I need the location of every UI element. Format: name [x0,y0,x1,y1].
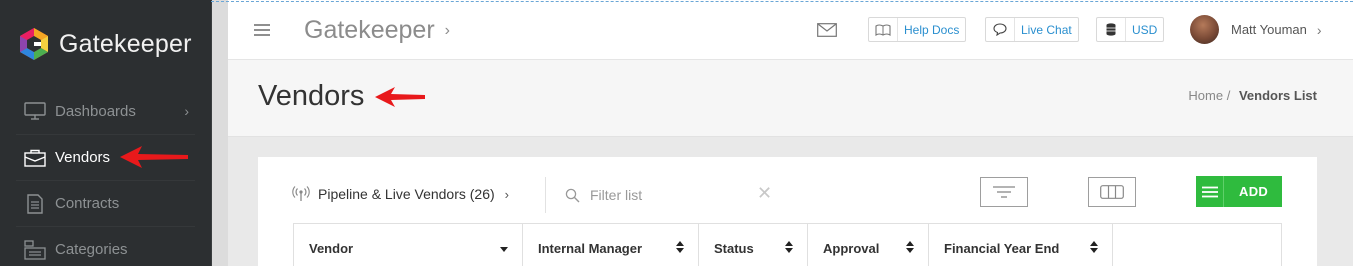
column-header-approval[interactable]: Approval [808,224,929,266]
column-label: Status [714,240,754,256]
column-header-internal-manager[interactable]: Internal Manager [523,224,699,266]
chevron-right-icon: › [184,103,189,119]
sort-icon [906,241,914,253]
help-docs-label: Help Docs [904,22,960,37]
brand-name: Gatekeeper [59,29,192,58]
filter-input[interactable] [590,187,750,203]
sidebar-item-label: Vendors [55,149,111,166]
sidebar-scroll-edge [211,0,228,266]
column-header-status[interactable]: Status [699,224,808,266]
search-icon [565,188,580,202]
mail-icon[interactable] [817,23,837,42]
list-icon [1196,176,1224,207]
filter-box [565,184,775,206]
monitor-icon [24,101,46,121]
main-content: Pipeline & Live Vendors (26) › ✕ ADD Ven… [228,138,1353,266]
sidebar-nav: Dashboards › Vendors Contracts Categorie… [0,88,211,266]
user-menu[interactable]: Matt Youman › [1190,15,1322,44]
top-header: Gatekeeper › Help Docs Live Chat USD Mat… [228,0,1353,60]
currency-label: USD [1132,22,1158,37]
document-icon [24,193,46,214]
table-header: Vendor Internal Manager Status Approval … [293,223,1282,266]
vendors-card: Pipeline & Live Vendors (26) › ✕ ADD Ven… [258,157,1317,266]
columns-button[interactable] [1088,177,1136,207]
divider [545,177,546,213]
app-title-text: Gatekeeper [304,16,435,44]
coins-stack-icon [1097,18,1126,41]
currency-button[interactable]: USD [1096,17,1165,42]
breadcrumb: Home / Vendors List [1188,88,1317,103]
sidebar-item-contracts[interactable]: Contracts [16,180,195,226]
sidebar-item-dashboards[interactable]: Dashboards › [16,88,195,134]
column-header-financial-year-end[interactable]: Financial Year End [929,224,1113,266]
breadcrumb-separator: / [1226,88,1231,103]
columns-icon [1100,185,1124,199]
hamburger-menu-icon[interactable] [254,24,270,39]
sort-icon [1090,241,1098,253]
sidebar-item-label: Contracts [55,195,120,212]
sidebar: Gatekeeper Dashboards › Vendors Contract… [0,0,211,266]
help-docs-button[interactable]: Help Docs [868,17,967,42]
chat-bubble-icon [986,18,1015,41]
sidebar-item-label: Dashboards [55,102,136,120]
chevron-right-icon: › [504,186,510,202]
sidebar-item-label: Categories [55,241,128,258]
clear-filter-icon[interactable]: ✕ [757,183,772,204]
avatar [1190,15,1219,44]
add-vendor-button[interactable]: ADD [1196,176,1282,207]
brand-logo[interactable]: Gatekeeper [18,27,192,61]
app-title[interactable]: Gatekeeper › [304,16,450,45]
column-header-vendor[interactable]: Vendor [294,224,523,266]
user-name: Matt Youman [1231,22,1307,37]
sort-icon [676,241,684,253]
column-label: Internal Manager [538,240,643,256]
briefcase-icon [24,148,46,168]
column-label: Vendor [309,240,354,256]
page-title-bar: Vendors Home / Vendors List [228,60,1353,137]
live-chat-button[interactable]: Live Chat [985,17,1079,42]
chevron-right-icon: › [1316,21,1322,38]
filter-lines-icon [993,186,1015,198]
annotation-arrow-icon [375,87,425,107]
breadcrumb-home[interactable]: Home [1188,88,1223,103]
sort-filter-button[interactable] [980,177,1028,207]
sort-desc-icon [500,247,508,252]
breadcrumb-current: Vendors List [1238,88,1317,103]
annotation-arrow-icon [120,146,188,168]
sort-icon [785,241,793,253]
selection-dashed-line [211,1,1353,2]
pipeline-label: Pipeline & Live Vendors (26) [318,186,495,202]
sidebar-item-categories[interactable]: Categories [16,226,195,266]
broadcast-icon [292,186,310,201]
page-title: Vendors [258,80,365,112]
categories-icon [24,239,46,260]
gatekeeper-logo-icon [20,28,48,60]
add-label: ADD [1239,184,1269,199]
pipeline-selector[interactable]: Pipeline & Live Vendors (26) › [292,186,509,202]
chevron-right-icon: › [444,21,450,39]
column-header-actions [1113,224,1281,266]
column-label: Financial Year End [944,240,1060,256]
live-chat-label: Live Chat [1021,22,1072,37]
column-label: Approval [823,240,880,256]
book-icon [869,18,898,41]
